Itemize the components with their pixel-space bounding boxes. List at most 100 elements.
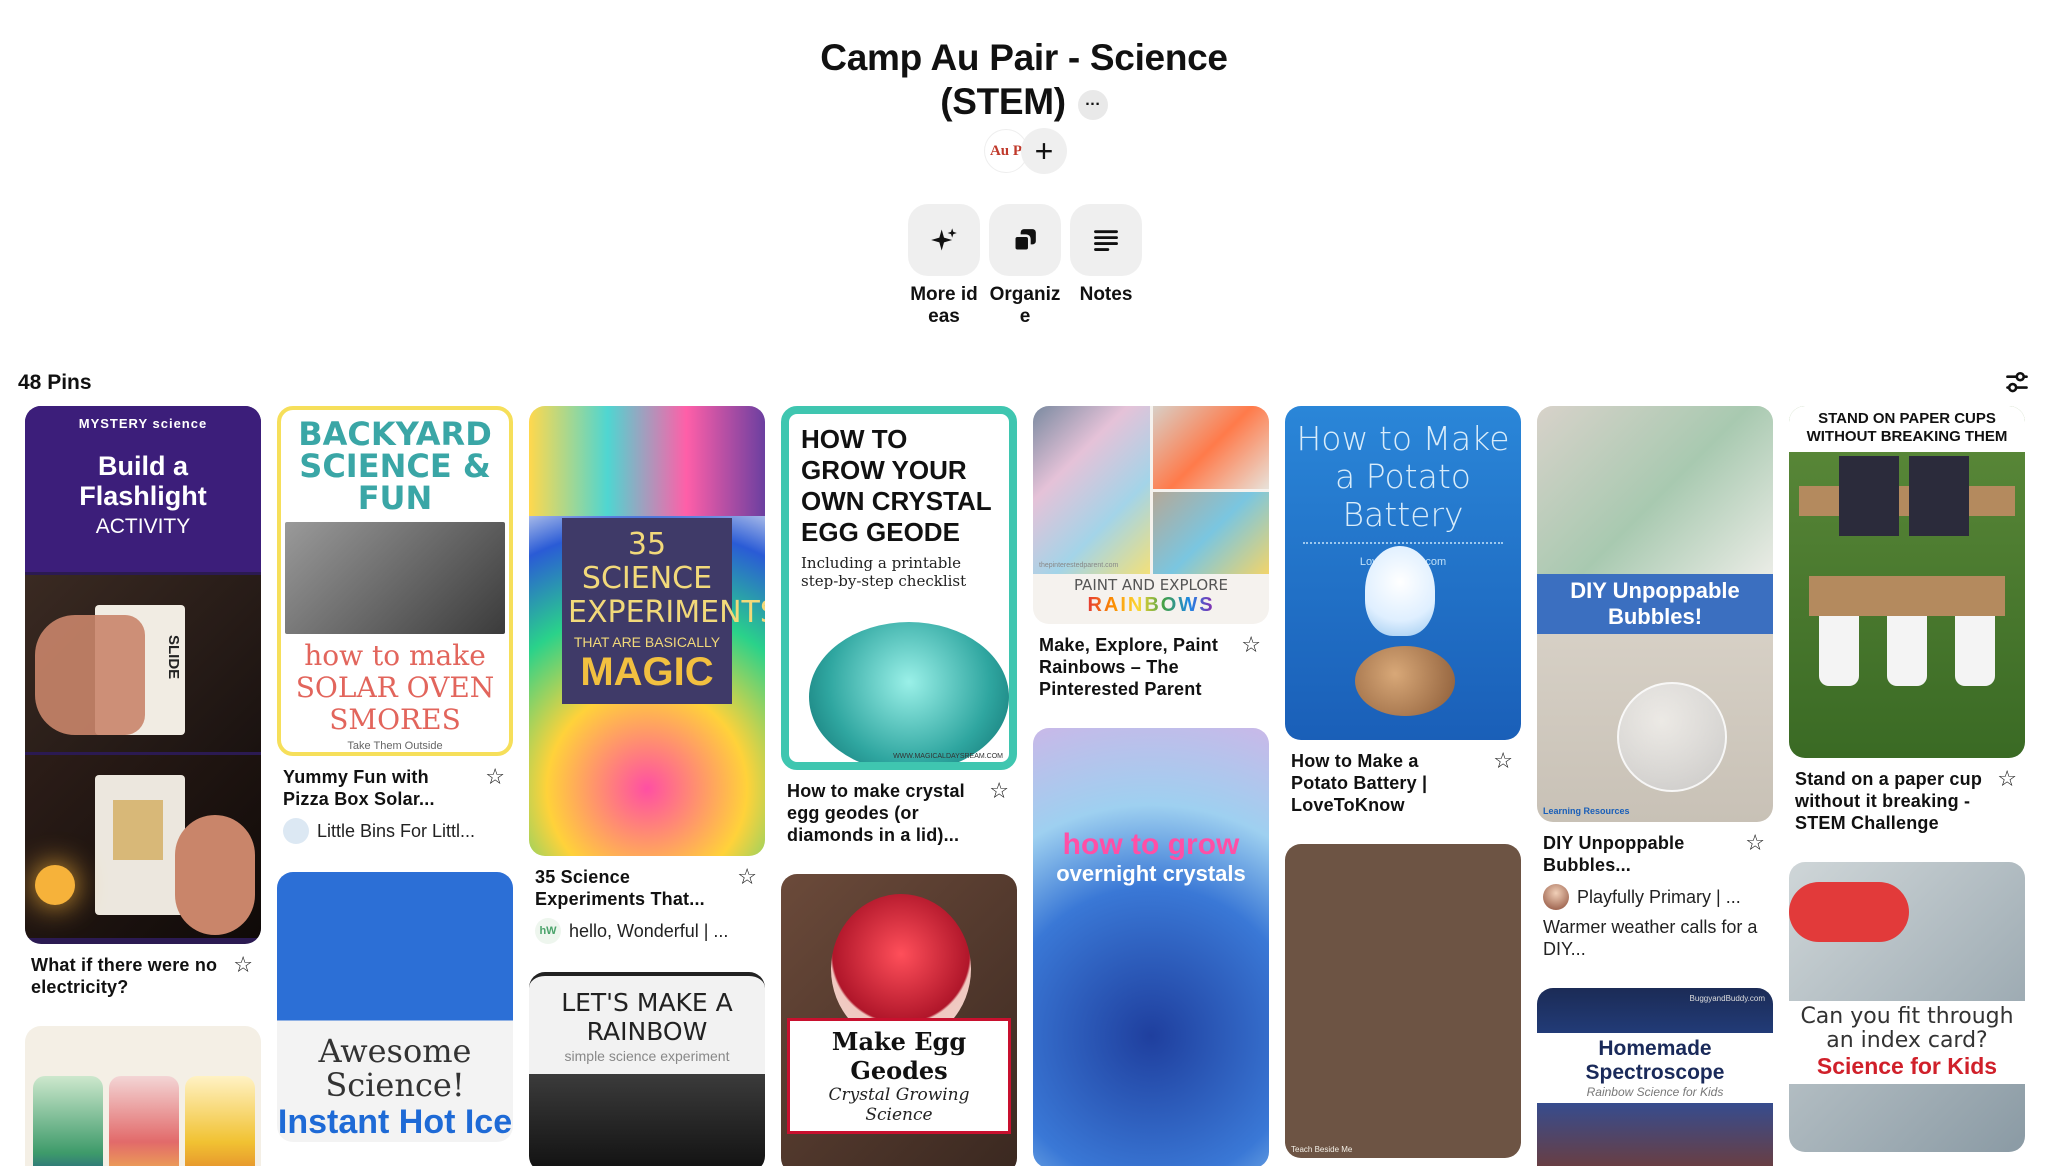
pin-image[interactable]: how to grow overnight crystals bbox=[1033, 728, 1269, 1166]
pin-title[interactable]: How to make crystal egg geodes (or diamo… bbox=[787, 780, 977, 846]
pin-image-subtitle: THAT ARE BASICALLY bbox=[573, 634, 721, 650]
pin-card[interactable]: BuggyandBuddy.com Homemade Spectroscope … bbox=[1537, 988, 1773, 1166]
save-star-icon[interactable]: ☆ bbox=[485, 766, 505, 788]
pin-card[interactable]: How to Make a Potato Battery LoveToKnow.… bbox=[1285, 406, 1521, 816]
source-name: Playfully Primary | ... bbox=[1577, 886, 1741, 907]
pin-image-subtitle: simple science experiment bbox=[564, 1048, 730, 1064]
save-star-icon[interactable]: ☆ bbox=[737, 866, 757, 888]
pin-image-subtitle: how to make SOLAR OVEN SMORES bbox=[295, 639, 495, 736]
notes-action[interactable]: Notes bbox=[1070, 204, 1142, 328]
pin-card[interactable]: DIY Unpoppable Bubbles! Learning Resourc… bbox=[1537, 406, 1773, 960]
save-star-icon[interactable]: ☆ bbox=[1493, 750, 1513, 772]
pin-source[interactable]: hW hello, Wonderful | ... bbox=[529, 918, 765, 944]
pin-image-title: Make Egg Geodes bbox=[831, 1027, 967, 1085]
notes-button[interactable] bbox=[1070, 204, 1142, 276]
board-title-line1: Camp Au Pair - Science bbox=[820, 37, 1228, 78]
pin-image-subtitle: ACTIVITY bbox=[95, 515, 191, 538]
pin-image[interactable]: LET'S MAKE A RAINBOW simple science expe… bbox=[529, 972, 765, 1166]
pin-image[interactable]: MYSTERY science Build a Flashlight ACTIV… bbox=[25, 406, 261, 944]
add-collaborator-button[interactable]: + bbox=[1021, 128, 1067, 174]
pin-image[interactable]: STAND ON PAPER CUPS WITHOUT BREAKING THE… bbox=[1789, 406, 2025, 758]
more-ideas-button[interactable] bbox=[908, 204, 980, 276]
save-star-icon[interactable]: ☆ bbox=[1997, 768, 2017, 790]
pin-card[interactable]: 35 SCIENCE EXPERIMENTS THAT ARE BASICALL… bbox=[529, 406, 765, 944]
pin-image[interactable]: DIY Unpoppable Bubbles! Learning Resourc… bbox=[1537, 406, 1773, 822]
pin-image[interactable]: thepinterestedparent.com PAINT AND EXPLO… bbox=[1033, 406, 1269, 624]
pin-card[interactable]: Can you fit through an index card? Scien… bbox=[1789, 862, 2025, 1152]
pin-column-1: MYSTERY science Build a Flashlight ACTIV… bbox=[25, 406, 261, 1166]
more-ideas-label: More ideas bbox=[910, 284, 978, 327]
pin-title[interactable]: How to Make a Potato Battery | LoveToKno… bbox=[1291, 750, 1481, 816]
pin-image[interactable]: How to Make a Potato Battery LoveToKnow.… bbox=[1285, 406, 1521, 740]
board-actions: More ideas Organize Notes bbox=[908, 204, 1142, 328]
pin-image-tag: Learning Resources bbox=[1543, 806, 1630, 816]
pin-image[interactable] bbox=[25, 1026, 261, 1166]
pin-image-title: Awesome Science! bbox=[318, 1032, 472, 1104]
filter-icon[interactable] bbox=[2004, 370, 2030, 396]
pin-image[interactable]: Awesome Science! Instant Hot Ice bbox=[277, 872, 513, 1142]
pin-card[interactable]: how to grow overnight crystals bbox=[1033, 728, 1269, 1166]
source-name: hello, Wonderful | ... bbox=[569, 920, 729, 941]
pin-column-3: 35 SCIENCE EXPERIMENTS THAT ARE BASICALL… bbox=[529, 406, 765, 1166]
pin-brand-text: MYSTERY science bbox=[78, 416, 208, 431]
source-avatar bbox=[283, 818, 309, 844]
pin-image-tag: Teach Beside Me bbox=[1291, 1145, 1353, 1154]
pin-card[interactable]: Make Egg Geodes Crystal Growing Science bbox=[781, 874, 1017, 1166]
pin-card[interactable]: Teach Beside Me bbox=[1285, 844, 1521, 1158]
pin-card[interactable]: Awesome Science! Instant Hot Ice bbox=[277, 872, 513, 1142]
pin-image-tag: thepinterestedparent.com bbox=[1039, 562, 1119, 569]
pin-image-subtitle: RAINBOWS bbox=[1087, 594, 1215, 616]
pin-card[interactable]: thepinterestedparent.com PAINT AND EXPLO… bbox=[1033, 406, 1269, 700]
board-more-button[interactable]: ··· bbox=[1077, 90, 1108, 120]
pin-title[interactable]: Make, Explore, Paint Rainbows – The Pint… bbox=[1039, 634, 1229, 700]
pin-column-8: STAND ON PAPER CUPS WITHOUT BREAKING THE… bbox=[1789, 406, 2025, 1152]
pin-image-subtitle: Rainbow Science for Kids bbox=[1586, 1085, 1724, 1099]
pins-count: 48 Pins bbox=[18, 371, 92, 394]
more-ideas-action[interactable]: More ideas bbox=[908, 204, 980, 328]
pin-title[interactable]: DIY Unpoppable Bubbles... bbox=[1543, 832, 1733, 876]
pin-image[interactable]: BuggyandBuddy.com Homemade Spectroscope … bbox=[1537, 988, 1773, 1166]
pin-image[interactable]: 35 SCIENCE EXPERIMENTS THAT ARE BASICALL… bbox=[529, 406, 765, 856]
pin-card[interactable]: BACKYARD SCIENCE & FUN how to make SOLAR… bbox=[277, 406, 513, 844]
pin-title[interactable]: Stand on a paper cup without it breaking… bbox=[1795, 768, 1985, 834]
pin-column-2: BACKYARD SCIENCE & FUN how to make SOLAR… bbox=[277, 406, 513, 1142]
pin-column-5: thepinterestedparent.com PAINT AND EXPLO… bbox=[1033, 406, 1269, 1166]
pin-card[interactable]: STAND ON PAPER CUPS WITHOUT BREAKING THE… bbox=[1789, 406, 2025, 834]
pin-image-title: HOW TO GROW YOUR OWN CRYSTAL EGG GEODE bbox=[801, 424, 992, 547]
organize-action[interactable]: Organize bbox=[989, 204, 1061, 328]
pin-image-subtitle: Instant Hot Ice bbox=[277, 1103, 513, 1141]
pin-card[interactable]: MYSTERY science Build a Flashlight ACTIV… bbox=[25, 406, 261, 998]
pin-image-tag: MAGIC bbox=[580, 650, 714, 694]
pin-card[interactable]: LET'S MAKE A RAINBOW simple science expe… bbox=[529, 972, 765, 1166]
pin-image-tag: SLIDE bbox=[165, 635, 182, 680]
pin-image-title: how to grow bbox=[1062, 828, 1240, 861]
pin-title[interactable]: Yummy Fun with Pizza Box Solar... bbox=[283, 766, 473, 810]
pin-image[interactable]: Teach Beside Me bbox=[1285, 844, 1521, 1158]
pin-image[interactable]: HOW TO GROW YOUR OWN CRYSTAL EGG GEODE I… bbox=[781, 406, 1017, 770]
pin-source[interactable]: Playfully Primary | ... bbox=[1537, 884, 1773, 910]
save-star-icon[interactable]: ☆ bbox=[1241, 634, 1261, 656]
collaborators: Au P + bbox=[985, 128, 1067, 174]
pin-card[interactable]: HOW TO GROW YOUR OWN CRYSTAL EGG GEODE I… bbox=[781, 406, 1017, 846]
pin-title[interactable]: 35 Science Experiments That... bbox=[535, 866, 725, 910]
pin-card[interactable] bbox=[25, 1026, 261, 1166]
pin-title[interactable]: What if there were no electricity? bbox=[31, 954, 221, 998]
pin-image-caption: Take Them Outside bbox=[347, 740, 443, 752]
pin-image-title: 35 SCIENCE EXPERIMENTS bbox=[568, 527, 765, 630]
pin-image-subtitle: overnight crystals bbox=[1056, 861, 1246, 886]
pin-image[interactable]: BACKYARD SCIENCE & FUN how to make SOLAR… bbox=[277, 406, 513, 756]
pin-image[interactable]: Make Egg Geodes Crystal Growing Science bbox=[781, 874, 1017, 1166]
pin-image-title: BACKYARD SCIENCE & FUN bbox=[298, 415, 492, 517]
notes-label: Notes bbox=[1079, 284, 1133, 305]
organize-button[interactable] bbox=[989, 204, 1061, 276]
save-star-icon[interactable]: ☆ bbox=[1745, 832, 1765, 854]
pin-image-title: PAINT AND EXPLORE bbox=[1073, 576, 1229, 594]
save-star-icon[interactable]: ☆ bbox=[233, 954, 253, 976]
pin-image-title: LET'S MAKE A RAINBOW bbox=[561, 988, 733, 1046]
sparkle-icon bbox=[931, 228, 957, 251]
save-star-icon[interactable]: ☆ bbox=[989, 780, 1009, 802]
pin-image-tag: WWW.MAGICALDAYSREAM.COM bbox=[893, 753, 1003, 760]
pin-image-subtitle: Crystal Growing Science bbox=[828, 1085, 970, 1125]
pin-image[interactable]: Can you fit through an index card? Scien… bbox=[1789, 862, 2025, 1152]
pin-source[interactable]: Little Bins For Littl... bbox=[277, 818, 513, 844]
